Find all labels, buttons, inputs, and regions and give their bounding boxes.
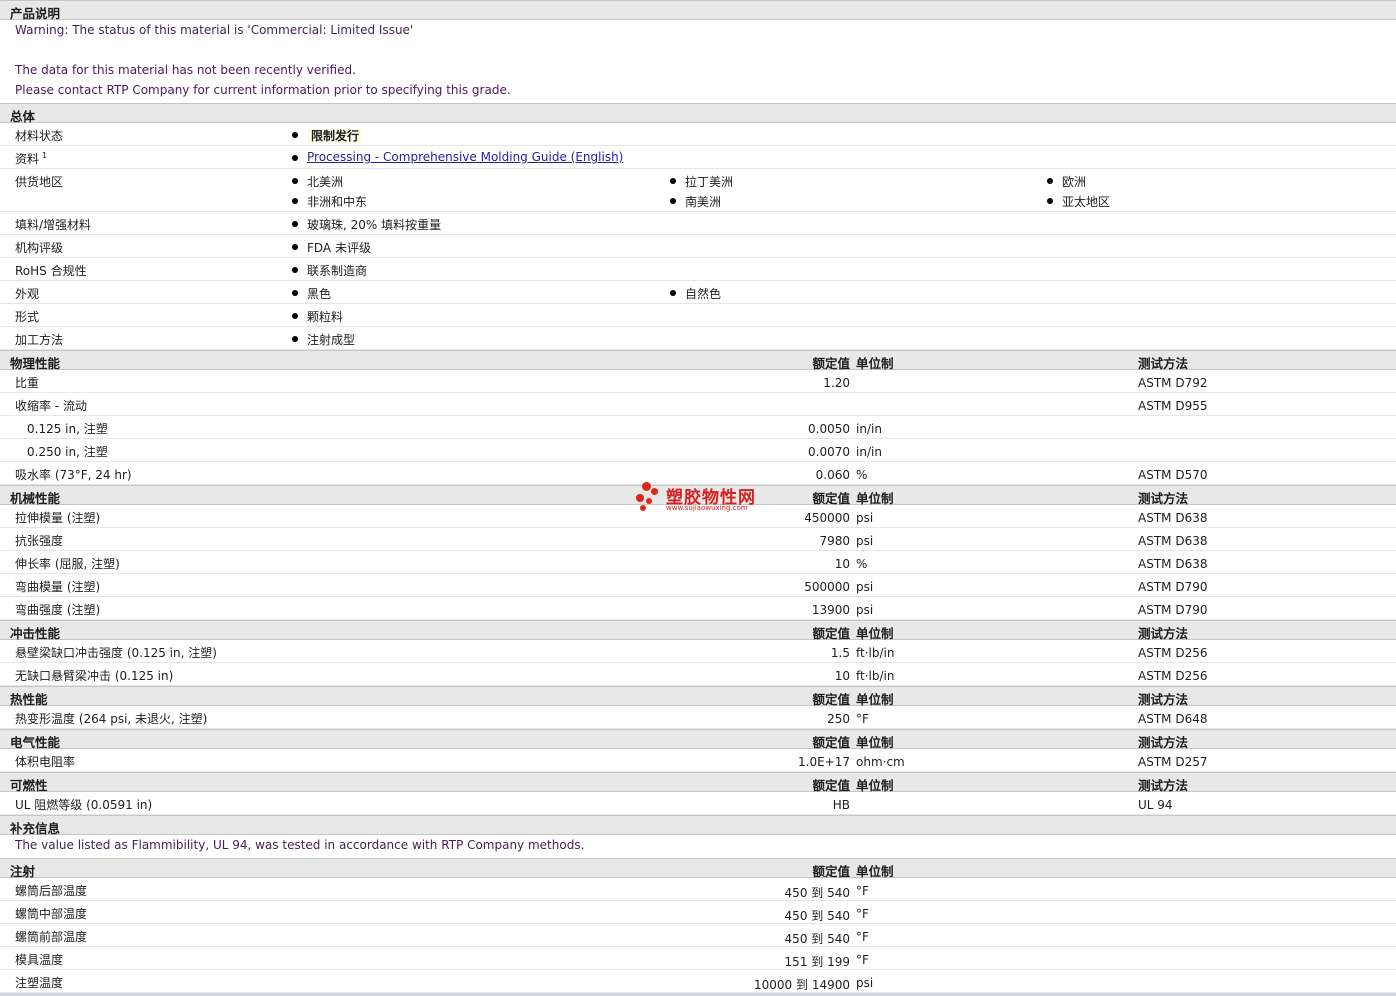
note-line: Warning: The status of this material is …: [15, 23, 414, 37]
table-row: 模具温度 151 到 199 °F: [0, 947, 1396, 970]
note-line: Please contact RTP Company for current i…: [15, 83, 511, 97]
section-header-supplemental: 补充信息: [0, 815, 1396, 836]
row-appearance: 外观 黑色 自然色: [0, 281, 1396, 304]
table-row: 弯曲强度 (注塑) 13900 psi ASTM D790: [0, 597, 1396, 620]
row-processing: 加工方法 注射成型: [0, 327, 1396, 350]
supplemental-note: The value listed as Flammibility, UL 94,…: [15, 838, 585, 852]
table-row: 热变形温度 (264 psi, 未退火, 注塑) 250 °F ASTM D648: [0, 706, 1396, 729]
table-row: 抗张强度 7980 psi ASTM D638: [0, 528, 1396, 551]
section-header-description: 产品说明: [0, 0, 1396, 21]
table-row: 0.250 in, 注塑 0.0070 in/in: [0, 439, 1396, 462]
row-material-status: 材料状态 限制发行: [0, 123, 1396, 146]
note-line: The data for this material has not been …: [15, 63, 356, 77]
table-row: UL 阻燃等级 (0.0591 in) HB UL 94: [0, 792, 1396, 815]
note-line: [0, 40, 1396, 60]
section-header-flammability: 可燃性 额定值 单位制 测试方法: [0, 772, 1396, 793]
table-row: 螺筒后部温度 450 到 540 °F: [0, 878, 1396, 901]
row-agency: 机构评级 FDA 未评级: [0, 235, 1396, 258]
section-header-electrical: 电气性能 额定值 单位制 测试方法: [0, 729, 1396, 750]
section-header-physical: 物理性能 额定值 单位制 测试方法: [0, 350, 1396, 371]
table-row: 注塑温度 10000 到 14900 psi: [0, 970, 1396, 993]
logo-dots-icon: [636, 482, 660, 512]
table-row: 螺筒前部温度 450 到 540 °F: [0, 924, 1396, 947]
section-header-impact: 冲击性能 额定值 单位制 测试方法: [0, 620, 1396, 641]
table-row: 收缩率 - 流动 ASTM D955: [0, 393, 1396, 416]
watermark-url: www.sujiaowuxing.com: [666, 504, 748, 512]
table-row: 比重 1.20 ASTM D792: [0, 370, 1396, 393]
table-row: 弯曲模量 (注塑) 500000 psi ASTM D790: [0, 574, 1396, 597]
table-row: 伸长率 (屈服, 注塑) 10% ASTM D638: [0, 551, 1396, 574]
section-header-thermal: 热性能 额定值 单位制 测试方法: [0, 686, 1396, 707]
row-rohs: RoHS 合规性 联系制造商: [0, 258, 1396, 281]
row-forms: 形式 颗粒料: [0, 304, 1396, 327]
table-row: 无缺口悬臂梁冲击 (0.125 in) 10 ft·lb/in ASTM D256: [0, 663, 1396, 686]
literature-link[interactable]: Processing - Comprehensive Molding Guide…: [307, 150, 623, 164]
row-literature: 资料 1 Processing - Comprehensive Molding G…: [0, 146, 1396, 169]
status-badge: 限制发行: [307, 129, 364, 143]
table-row: 悬壁梁缺口冲击强度 (0.125 in, 注塑) 1.5 ft·lb/in ASTM …: [0, 640, 1396, 663]
watermark-logo: 塑胶物性网 www.sujiaowuxing.com: [636, 480, 776, 516]
section-header-injection: 注射 额定值 单位制: [0, 858, 1396, 879]
table-row: 体积电阻率 1.0E+17 ohm·cm ASTM D257: [0, 749, 1396, 772]
section-header-general: 总体: [0, 103, 1396, 124]
table-row: 螺筒中部温度 450 到 540 °F: [0, 901, 1396, 924]
row-filler: 填料/增强材料 玻璃珠, 20% 填料按重量: [0, 212, 1396, 235]
table-row: 0.125 in, 注塑 0.0050 in/in: [0, 416, 1396, 439]
row-availability: 供货地区 北美洲 拉丁美洲 欧洲 非洲和中东 南美洲 亚太地区: [0, 169, 1396, 212]
